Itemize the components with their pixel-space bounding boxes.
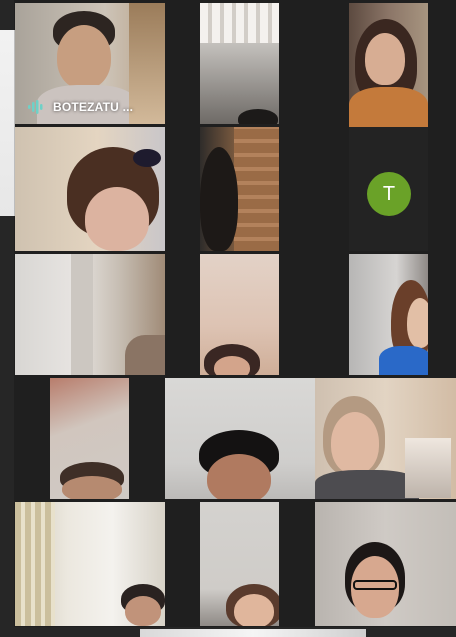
participant-tile[interactable]	[200, 127, 279, 251]
participant-tile[interactable]: BOTEZATU ...	[15, 3, 165, 124]
participant-video	[165, 378, 315, 499]
participant-tile[interactable]	[315, 502, 456, 626]
participant-tile[interactable]	[165, 378, 315, 499]
participant-tile[interactable]	[50, 378, 129, 499]
participant-video	[15, 254, 165, 375]
participant-tile[interactable]	[200, 502, 279, 626]
participant-video	[15, 127, 165, 251]
participant-tile[interactable]	[349, 3, 428, 127]
bottom-toolbar-edge	[0, 627, 456, 637]
participant-tile[interactable]	[200, 3, 279, 124]
participant-video	[200, 254, 279, 375]
participant-tile[interactable]	[15, 254, 165, 375]
participant-name: BOTEZATU ...	[53, 100, 134, 114]
participant-video	[349, 3, 428, 127]
participant-video	[349, 254, 428, 375]
participant-video	[200, 127, 279, 251]
participant-name-bar: BOTEZATU ...	[27, 100, 133, 114]
participant-tile[interactable]	[200, 254, 279, 375]
participant-tile[interactable]	[15, 127, 165, 251]
meeting-gallery: BOTEZATU ... T	[0, 0, 456, 637]
participant-video	[15, 502, 165, 626]
participant-tile[interactable]	[15, 502, 165, 626]
participant-video	[315, 378, 456, 499]
participant-video	[200, 3, 279, 124]
participant-tile[interactable]	[349, 254, 428, 375]
participant-tile[interactable]: T	[349, 127, 428, 251]
side-panel-sliver	[0, 30, 15, 216]
participant-tile[interactable]	[315, 378, 456, 499]
participant-video	[315, 502, 456, 626]
participant-avatar: T	[367, 172, 411, 216]
side-panel-edge	[0, 0, 15, 637]
mic-active-icon	[28, 100, 43, 114]
participant-video	[200, 502, 279, 626]
participant-video	[50, 378, 129, 499]
bottom-strip	[140, 629, 366, 637]
